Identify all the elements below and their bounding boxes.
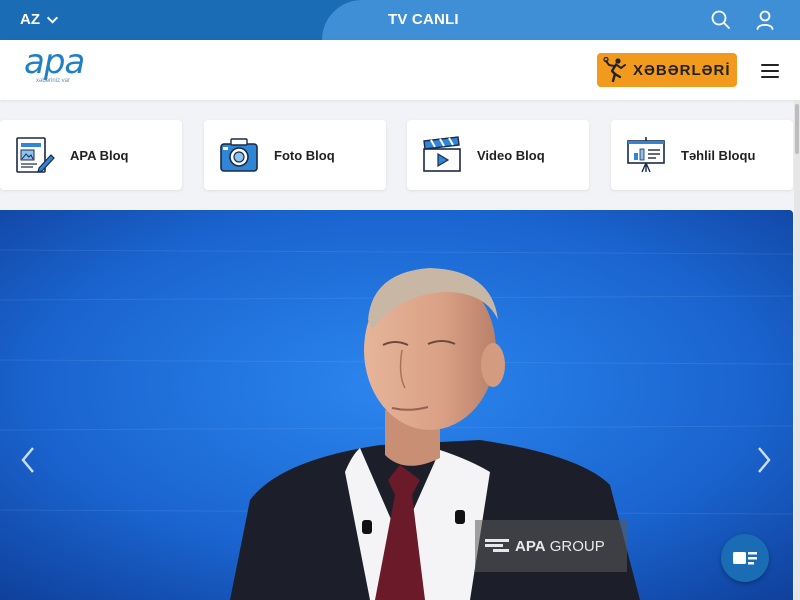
presentation-chart-icon <box>627 137 665 173</box>
blog-card-label: Foto Bloq <box>274 147 335 163</box>
apa-group-logo-icon <box>485 539 509 552</box>
watermark-group: GROUP <box>545 537 605 555</box>
blog-document-icon <box>16 137 55 173</box>
user-icon[interactable] <box>754 9 776 31</box>
scrollbar-thumb[interactable] <box>795 104 799 154</box>
blog-card-analysis[interactable]: Təhlil Bloqu <box>611 120 793 190</box>
sports-news-button[interactable]: XƏBƏRLƏRİ <box>597 53 737 87</box>
page-scrollbar[interactable] <box>794 100 800 600</box>
slider-next-arrow[interactable] <box>754 445 774 475</box>
camera-icon <box>220 138 258 172</box>
hamburger-menu-icon[interactable] <box>761 64 779 78</box>
logo-text: apa <box>24 42 85 82</box>
blog-card-label: APA Bloq <box>70 147 129 163</box>
slider-prev-arrow[interactable] <box>18 445 38 475</box>
top-bar: AZ TV CANLI <box>0 0 800 40</box>
athlete-icon <box>603 56 626 83</box>
apa-group-watermark: APA GROUP <box>475 520 627 572</box>
blog-card-video[interactable]: Video Bloq <box>407 120 589 190</box>
logo-tagline: xəbəriniz var <box>36 78 71 84</box>
language-selector[interactable]: AZ <box>20 11 59 28</box>
watermark-brand: APA <box>515 537 546 555</box>
news-feed-icon <box>733 552 757 565</box>
tv-live-label[interactable]: TV CANLI <box>388 11 459 28</box>
sports-news-label: XƏBƏRLƏRİ <box>633 61 731 79</box>
news-feed-fab[interactable] <box>721 534 769 582</box>
hero-image <box>0 210 793 600</box>
site-header: apa xəbəriniz var XƏBƏRLƏRİ <box>0 40 800 100</box>
blog-card-label: Video Bloq <box>477 147 545 163</box>
chevron-down-icon <box>46 16 59 24</box>
blog-card-photo[interactable]: Foto Bloq <box>204 120 386 190</box>
blog-card-apa[interactable]: APA Bloq <box>0 120 182 190</box>
apa-logo[interactable]: apa xəbəriniz var <box>24 45 94 93</box>
blog-card-label: Təhlil Bloqu <box>681 147 756 163</box>
hero-slider[interactable]: APA GROUP <box>0 210 793 600</box>
language-label: AZ <box>20 11 40 28</box>
search-icon[interactable] <box>710 9 732 31</box>
clapperboard-icon <box>423 136 461 172</box>
